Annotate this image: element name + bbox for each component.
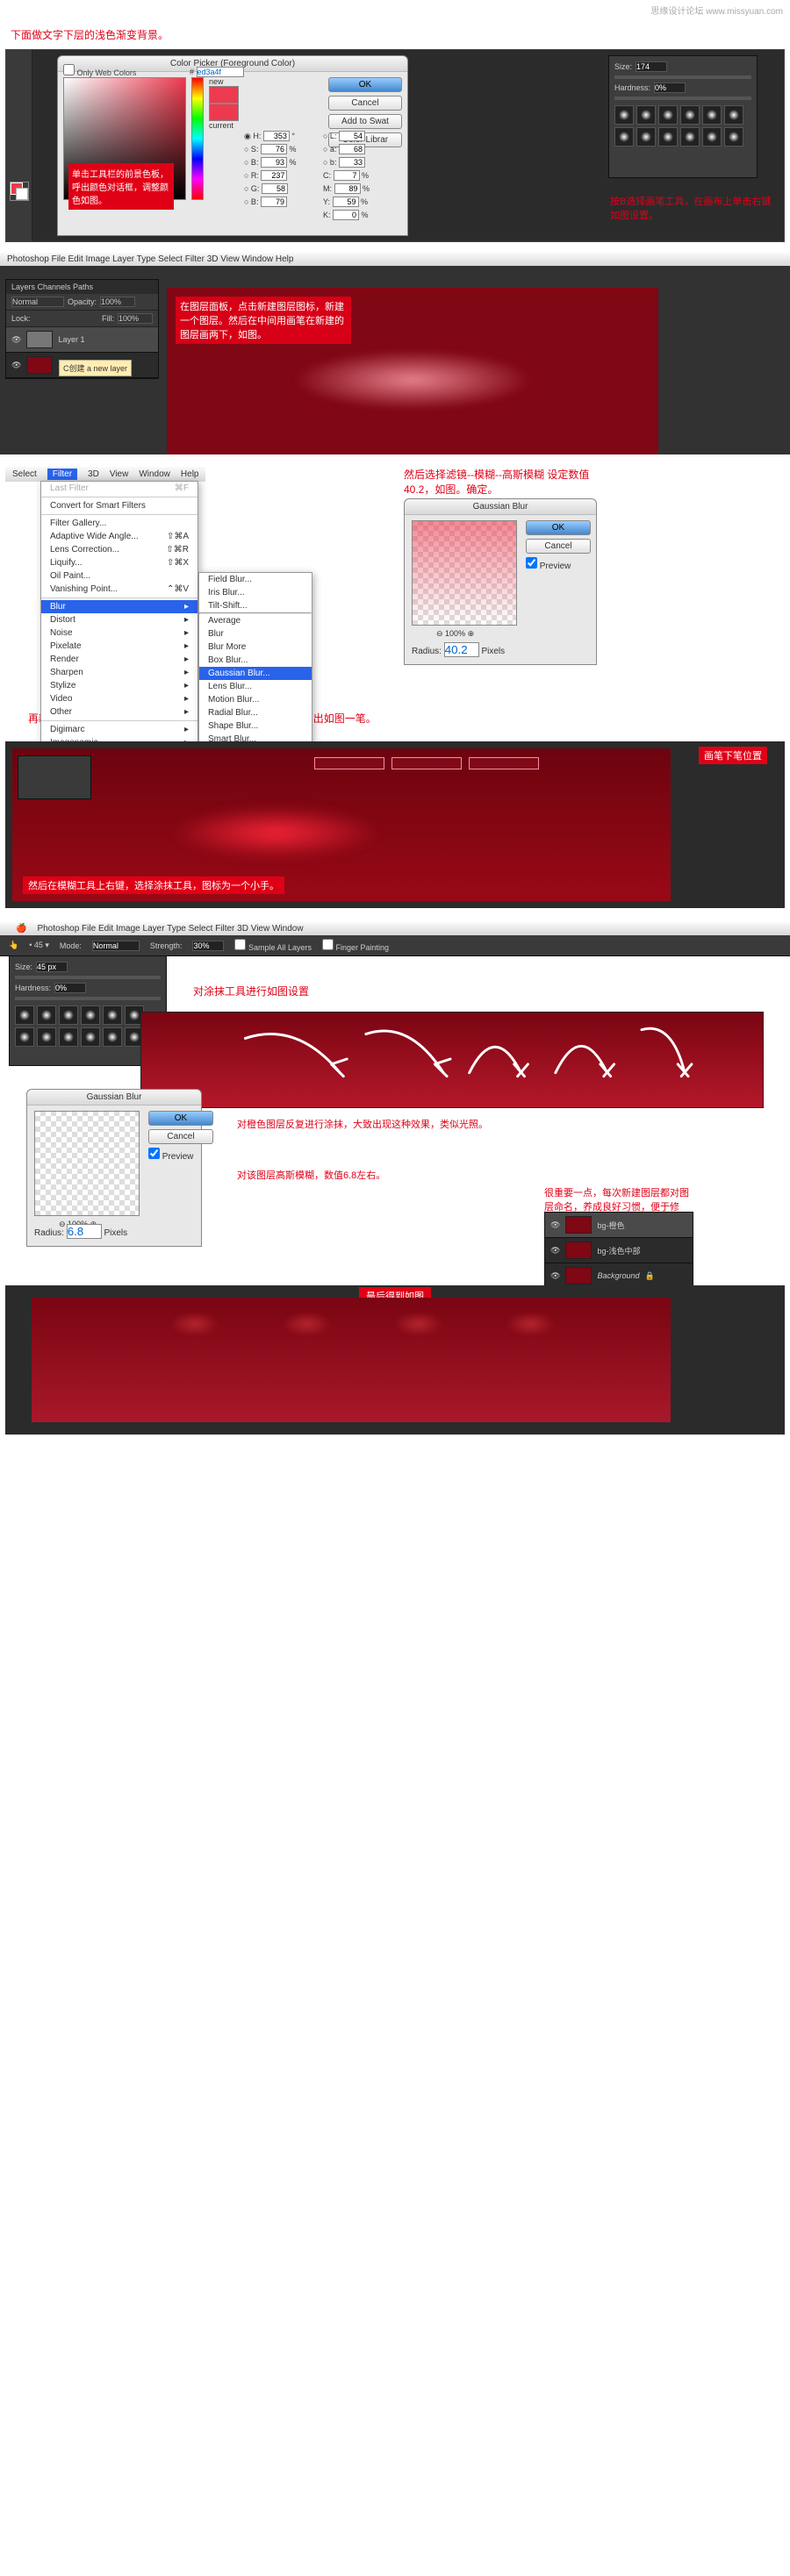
menubar-3[interactable]: Select Filter 3D View Window Help [5,467,205,482]
hardness-label: Hardness: [614,83,650,92]
c-input[interactable] [334,170,360,181]
watermark: 思缘设计论坛 www.missyuan.com [0,0,790,20]
smudge-options-bar[interactable]: 👆 • 45 ▾ Mode: Strength: Sample All Laye… [0,935,790,956]
ok-button[interactable]: OK [328,77,402,92]
a-input[interactable] [339,144,365,154]
brush-preset-panel: Size: Hardness: [608,55,758,178]
brush-position-label: 画笔下笔位置 [699,747,767,764]
blend-mode-select[interactable] [11,297,64,307]
only-web-colors-checkbox[interactable]: Only Web Colors [63,64,136,77]
mode-select[interactable] [92,941,140,951]
gaussian-blur-dialog-2: Gaussian Blur ⊖ 100% ⊕ OK Cancel Preview… [26,1089,202,1247]
filter-menu[interactable]: Last Filter⌘F Convert for Smart Filters … [40,481,198,768]
hue-slider[interactable] [191,77,204,200]
smudge-arrows [141,1013,763,1107]
blur-submenu[interactable]: Field Blur...Iris Blur...Tilt-Shift...Av… [198,572,312,760]
brush-thumbnails[interactable] [614,105,751,147]
new-layer-tooltip: C创建 a new layer [59,360,132,376]
gb-zoom[interactable]: ⊖ 100% ⊕ [436,629,474,639]
k-input[interactable] [333,210,359,220]
section-4: 画笔下笔位置 然后在模糊工具上右键，选择涂抹工具，图标为一个小手。 [5,741,785,908]
named-layers-panel: 👁bg-橙色 👁bg-浅色中部 👁Background🔒 [544,1212,693,1290]
gb-preview [412,520,517,626]
menubar-5[interactable]: 🍎 Photoshop File Edit Image Layer Type S… [0,922,790,935]
gb2-preview-checkbox[interactable]: Preview [148,1152,193,1162]
menubar[interactable]: Photoshop File Edit Image Layer Type Sel… [0,253,790,266]
sample-all-checkbox[interactable]: Sample All Layers [234,939,312,952]
layer-orange[interactable]: 👁bg-橙色 [545,1213,693,1238]
fill-input[interactable] [118,313,153,324]
section-6: 最后得到如图 [5,1285,785,1435]
sec2-note: 在图层面板，点击新建图层图标，新建一个图层。然后在中间用画笔在新建的图层画两下，… [176,297,351,344]
h-input[interactable] [263,131,290,141]
gb-preview-checkbox[interactable]: Preview [526,562,571,571]
sec3-note: 然后选择滤镜--模糊--高斯模糊 设定数值40.2，如图。确定。 [404,467,597,497]
canvas-final [32,1298,671,1422]
sec5-note2: 对橙色图层反复进行涂抹，大致出现这种效果，类似光照。 [237,1117,488,1131]
color-picker-note: 单击工具栏的前景色板，呼出颜色对话框，调整颜色如图。 [68,163,174,210]
g-input[interactable] [262,183,288,194]
panel-tabs[interactable]: Layers Channels Paths [6,280,158,294]
gb2-radius-input[interactable] [67,1224,102,1239]
opacity-input[interactable] [100,297,135,307]
add-swatch-button[interactable]: Add to Swat [328,114,402,129]
fg-bg-swatch[interactable] [10,182,29,201]
section-3: Select Filter 3D View Window Help Last F… [0,467,790,695]
s-input[interactable] [261,144,287,154]
bc-input[interactable] [261,197,287,207]
mini-layers-panel [18,755,91,799]
gaussian-blur-dialog: Gaussian Blur ⊖ 100% ⊕ OK Cancel Preview… [404,498,597,665]
apple-icon: 🍎 [16,924,26,934]
hex-field[interactable]: # [190,67,244,77]
brush-note: 按B选择画笔工具，在画布上单击右键如图设置。 [610,194,777,222]
hardness-input-5[interactable] [54,983,86,993]
size-label: Size: [614,62,632,71]
size-input-5[interactable] [36,962,68,972]
gb2-ok-button[interactable]: OK [148,1111,213,1126]
size-slider[interactable] [614,75,751,79]
brush-position-markers [314,757,539,769]
gb-cancel-button[interactable]: Cancel [526,539,591,554]
b-lab-input[interactable] [339,157,365,168]
color-picker-dialog: Color Picker (Foreground Color) new curr… [57,55,408,236]
section-2: Photoshop File Edit Image Layer Type Sel… [0,253,790,454]
caption-1: 下面做文字下层的浅色渐变背景。 [0,20,790,49]
section-5: 🍎 Photoshop File Edit Image Layer Type S… [0,922,790,1273]
finger-painting-checkbox[interactable]: Finger Painting [322,939,389,952]
gb-radius-input[interactable] [444,642,479,657]
l-input[interactable] [339,131,365,141]
gb2-cancel-button[interactable]: Cancel [148,1129,213,1144]
ps-toolbar [6,50,32,241]
gb-ok-button[interactable]: OK [526,520,591,535]
hardness-slider[interactable] [614,97,751,100]
strength-input[interactable] [192,941,224,951]
layer-row-layer1[interactable]: 👁Layer 1 [6,327,158,353]
smudge-icon: 👆 [9,941,18,950]
sec4-note: 然后在模糊工具上右键，选择涂抹工具，图标为一个小手。 [23,877,284,894]
r-input[interactable] [261,170,287,181]
sec5-note1: 对涂抹工具进行如图设置 [193,984,309,998]
layers-panel: Layers Channels Paths Opacity: Lock: Fil… [5,279,159,379]
brush-size-input[interactable] [636,61,667,72]
m-input[interactable] [334,183,361,194]
b-input[interactable] [261,157,287,168]
new-current-swatch: new current [209,77,239,130]
section-1: Color Picker (Foreground Color) new curr… [5,49,785,242]
sec5-note3: 对该图层高斯模糊，数值6.8左右。 [237,1168,385,1182]
layer-light-mid[interactable]: 👁bg-浅色中部 [545,1238,693,1263]
brush-hardness-input[interactable] [654,82,686,93]
y-input[interactable] [333,197,359,207]
gb-preview-2 [34,1111,140,1216]
canvas-5 [140,1012,764,1108]
cancel-button[interactable]: Cancel [328,96,402,111]
